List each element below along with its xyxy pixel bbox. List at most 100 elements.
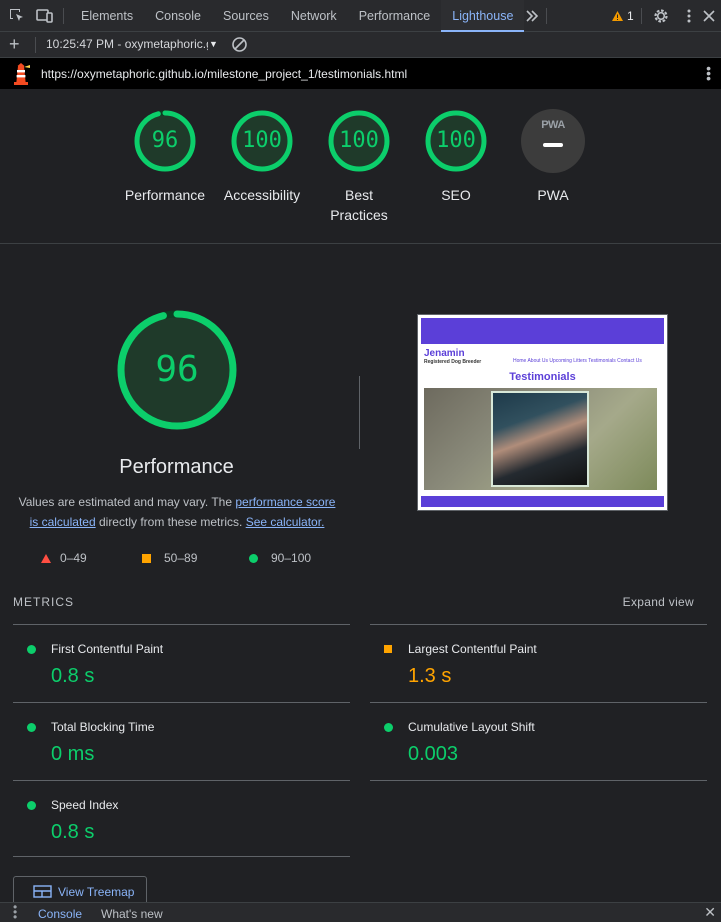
drawer-tab-console[interactable]: Console xyxy=(38,907,82,921)
screenshot-inset-photo xyxy=(491,391,589,487)
metric-cumulative-layout-shift: Cumulative Layout Shift 0.003 xyxy=(370,702,707,780)
report-dropdown-caret-icon[interactable]: ▼ xyxy=(209,39,218,49)
expand-view-toggle[interactable]: Expand view xyxy=(623,595,694,609)
close-devtools-icon[interactable] xyxy=(701,7,719,25)
tab-performance[interactable]: Performance xyxy=(348,0,442,32)
toolbar-divider xyxy=(35,37,36,53)
device-toolbar-icon[interactable] xyxy=(36,7,54,25)
metrics-heading: METRICS xyxy=(13,595,74,609)
drawer-menu-kebab-icon[interactable]: • • • xyxy=(13,901,17,922)
issues-warning-counter[interactable]: 1 xyxy=(611,9,634,23)
new-report-plus-icon[interactable]: + xyxy=(9,35,20,53)
inspect-element-icon[interactable] xyxy=(8,7,26,25)
lighthouse-report: 96 Performance 100 Accessibility 100 Bes… xyxy=(0,89,721,902)
drawer-tab-whats-new[interactable]: What's new xyxy=(101,907,163,921)
screenshot-footer-bar xyxy=(421,496,664,507)
screenshot-header-bar xyxy=(421,318,664,344)
toolbar-divider xyxy=(546,8,547,24)
toolbar-divider xyxy=(63,8,64,24)
clear-reports-icon[interactable] xyxy=(231,36,248,58)
warning-count: 1 xyxy=(627,9,634,23)
report-url-bar: https://oxymetaphoric.github.io/mileston… xyxy=(0,58,721,89)
pass-circle-icon xyxy=(27,723,36,732)
metric-divider xyxy=(13,856,350,857)
metric-speed-index: Speed Index 0.8 s xyxy=(13,780,350,858)
pass-circle-icon xyxy=(249,553,258,563)
tab-network[interactable]: Network xyxy=(280,0,348,32)
gauge-seo[interactable]: 100 SEO xyxy=(406,109,506,205)
legend-average: 50–89 xyxy=(142,551,197,565)
screenshot-heading: Testimonials xyxy=(509,371,576,383)
score-summary: 96 Performance 100 Accessibility 100 Bes… xyxy=(0,89,721,244)
tab-console[interactable]: Console xyxy=(144,0,212,32)
metric-name: Speed Index xyxy=(51,798,119,812)
performance-big-score: 96 xyxy=(155,349,199,390)
report-selector[interactable]: 10:25:47 PM - oxymetaphoric.g xyxy=(46,37,208,51)
close-drawer-icon[interactable]: ✕ xyxy=(704,904,716,921)
legend-pass-label: 90–100 xyxy=(271,551,312,565)
settings-gear-icon[interactable] xyxy=(652,7,670,25)
average-square-icon xyxy=(142,553,151,563)
metric-value: 0.8 s xyxy=(51,821,95,843)
gauge-performance[interactable]: 96 Performance xyxy=(115,109,215,205)
metric-name: First Contentful Paint xyxy=(51,642,164,656)
metric-name: Largest Contentful Paint xyxy=(408,642,537,656)
performance-description: Values are estimated and may vary. The p… xyxy=(14,492,340,532)
lighthouse-logo-icon xyxy=(11,62,31,91)
metric-value: 1.3 s xyxy=(408,665,452,687)
tab-sources[interactable]: Sources xyxy=(212,0,280,32)
metric-value: 0.8 s xyxy=(51,665,95,687)
gauge-accessibility[interactable]: 100 Accessibility xyxy=(212,109,312,205)
legend-fail: 0–49 xyxy=(41,551,87,565)
final-screenshot[interactable]: Jenamin Registered Dog Breeder Home Abou… xyxy=(417,314,668,511)
gauge-label: Accessibility xyxy=(223,187,301,203)
screenshot-page: Jenamin Registered Dog Breeder Home Abou… xyxy=(421,318,664,507)
more-tabs-chevron-icon[interactable] xyxy=(524,8,542,26)
bottom-drawer: • • • Console What's new ✕ xyxy=(0,901,721,922)
legend-pass: 90–100 xyxy=(249,551,311,565)
performance-title: Performance xyxy=(119,456,234,478)
metric-largest-contentful-paint: Largest Contentful Paint 1.3 s xyxy=(370,624,707,702)
gauge-score: 100 xyxy=(242,128,282,153)
metric-name: Total Blocking Time xyxy=(51,720,155,734)
see-calculator-link[interactable]: See calculator. xyxy=(246,515,325,529)
gauge-label: Best Practices xyxy=(309,185,409,225)
gauge-label: PWA xyxy=(537,187,569,203)
panel-tabs: Elements Console Sources Network Perform… xyxy=(70,0,525,32)
gauge-label: Performance xyxy=(124,187,206,203)
desc-text: Values are estimated and may vary. The xyxy=(18,495,236,509)
gauge-score: 100 xyxy=(436,128,476,153)
gauge-best-practices[interactable]: 100 Best Practices xyxy=(309,109,409,225)
customize-menu-kebab-icon[interactable] xyxy=(680,7,698,25)
legend-fail-label: 0–49 xyxy=(60,551,87,565)
gauge-pwa[interactable]: PWA PWA xyxy=(503,109,603,205)
screenshot-subtitle: Registered Dog Breeder xyxy=(424,359,482,365)
pwa-dash xyxy=(543,143,563,147)
tab-lighthouse[interactable]: Lighthouse xyxy=(441,0,525,32)
gauge-score: 100 xyxy=(339,128,379,153)
pass-circle-icon xyxy=(384,723,393,732)
treemap-icon xyxy=(33,885,52,898)
section-divider xyxy=(359,376,360,449)
metric-total-blocking-time: Total Blocking Time 0 ms xyxy=(13,702,350,780)
fail-triangle-icon xyxy=(41,553,51,563)
gauge-label-line1: Best xyxy=(344,187,373,203)
pass-circle-icon xyxy=(27,645,36,654)
average-square-icon xyxy=(384,645,392,653)
metric-name: Cumulative Layout Shift xyxy=(408,720,535,734)
desc-text: directly from these metrics. xyxy=(95,515,246,529)
view-treemap-label: View Treemap xyxy=(58,885,135,899)
report-url: https://oxymetaphoric.github.io/mileston… xyxy=(41,67,408,81)
pass-circle-icon xyxy=(27,801,36,810)
metric-first-contentful-paint: First Contentful Paint 0.8 s xyxy=(13,624,350,702)
gauge-score: 96 xyxy=(151,128,179,153)
tab-elements[interactable]: Elements xyxy=(70,0,144,32)
warning-icon xyxy=(612,11,623,21)
pwa-badge-icon: PWA xyxy=(521,109,585,173)
metric-divider xyxy=(370,780,707,781)
metric-value: 0 ms xyxy=(51,743,95,765)
view-treemap-button[interactable]: View Treemap xyxy=(13,876,147,902)
lighthouse-toolbar: + 10:25:47 PM - oxymetaphoric.g ▼ xyxy=(0,32,721,58)
devtools-tabbar: Elements Console Sources Network Perform… xyxy=(0,0,721,32)
report-menu-kebab-icon[interactable]: • • • xyxy=(706,61,711,85)
